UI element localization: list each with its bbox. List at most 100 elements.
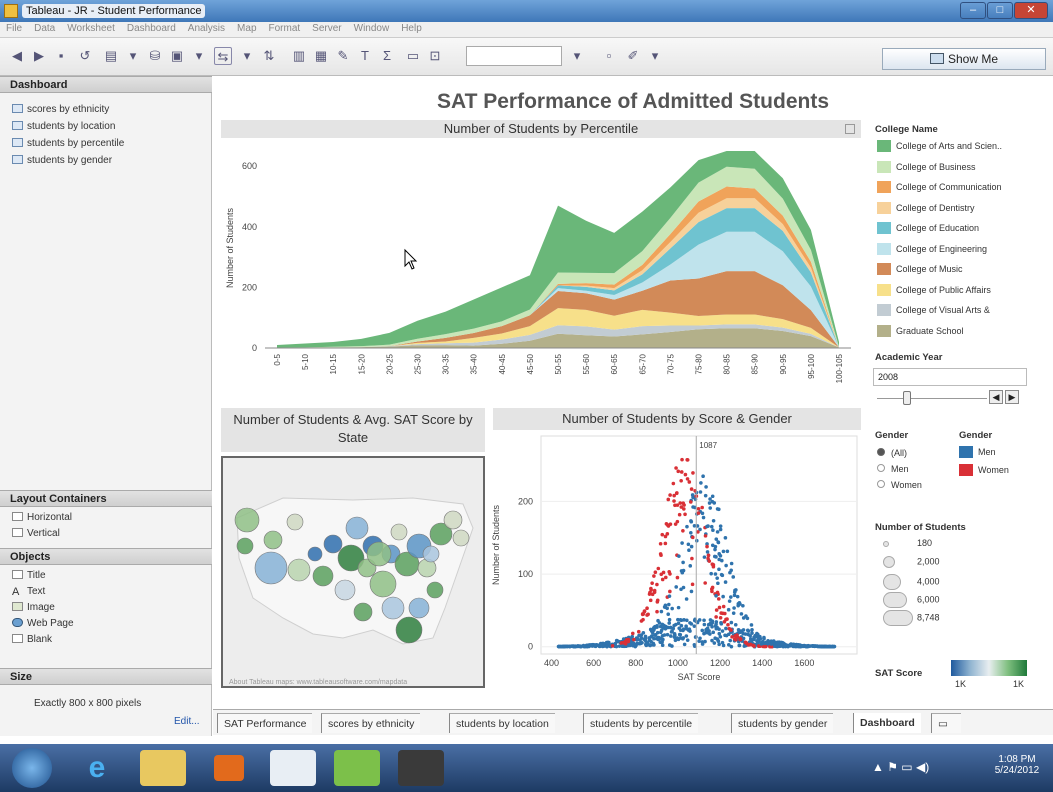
- menu-help[interactable]: Help: [395, 22, 428, 35]
- gender-radio-women[interactable]: Women: [877, 480, 922, 490]
- fit-icon[interactable]: ⊡: [426, 47, 444, 65]
- men-point[interactable]: [714, 622, 718, 626]
- gender-legend-women[interactable]: Women: [959, 464, 1009, 476]
- app-taskbar-icon[interactable]: [398, 750, 444, 786]
- men-point[interactable]: [682, 642, 687, 647]
- men-point[interactable]: [720, 640, 725, 645]
- expand-icon[interactable]: [845, 124, 855, 134]
- sheet-list-item[interactable]: students by gender: [12, 155, 112, 166]
- men-point[interactable]: [741, 628, 746, 632]
- college-legend-item[interactable]: College of Music: [877, 263, 963, 275]
- women-point[interactable]: [655, 609, 659, 614]
- menu-data[interactable]: Data: [28, 22, 61, 35]
- men-point[interactable]: [723, 536, 728, 540]
- close-button[interactable]: ✕: [1014, 2, 1048, 19]
- men-point[interactable]: [824, 644, 828, 649]
- men-point[interactable]: [710, 543, 715, 548]
- men-point[interactable]: [689, 589, 694, 594]
- men-point[interactable]: [667, 643, 672, 647]
- tab-dashboard[interactable]: Dashboard: [853, 713, 921, 733]
- men-point[interactable]: [717, 567, 721, 572]
- swap-axes-icon[interactable]: ⇆: [214, 47, 232, 65]
- men-point[interactable]: [659, 609, 664, 614]
- men-point[interactable]: [657, 635, 661, 640]
- men-point[interactable]: [680, 570, 685, 575]
- menu-worksheet[interactable]: Worksheet: [61, 22, 121, 35]
- women-point[interactable]: [725, 617, 729, 621]
- object-webpage-item[interactable]: Web Page: [12, 618, 74, 629]
- menu-server[interactable]: Server: [306, 22, 347, 35]
- college-legend-item[interactable]: College of Education: [877, 222, 979, 234]
- women-point[interactable]: [690, 535, 695, 540]
- men-point[interactable]: [641, 631, 646, 635]
- women-point[interactable]: [665, 523, 670, 527]
- state-bubble[interactable]: [426, 581, 444, 599]
- state-bubble[interactable]: [312, 565, 334, 587]
- women-point[interactable]: [655, 600, 660, 604]
- men-point[interactable]: [700, 511, 705, 516]
- women-point[interactable]: [661, 570, 666, 575]
- women-point[interactable]: [632, 637, 636, 642]
- men-point[interactable]: [620, 644, 625, 649]
- women-point[interactable]: [679, 478, 683, 483]
- minimize-button[interactable]: –: [960, 2, 986, 19]
- men-point[interactable]: [717, 631, 722, 636]
- women-point[interactable]: [735, 633, 739, 637]
- folder-taskbar-icon[interactable]: [334, 750, 380, 786]
- chevron-down-icon[interactable]: ▾: [646, 47, 664, 65]
- men-point[interactable]: [819, 644, 824, 649]
- save-icon[interactable]: ▪: [52, 47, 70, 65]
- women-point[interactable]: [689, 487, 694, 491]
- men-point[interactable]: [777, 644, 781, 648]
- men-point[interactable]: [691, 495, 695, 500]
- men-point[interactable]: [750, 631, 754, 635]
- college-legend-item[interactable]: College of Dentistry: [877, 201, 975, 214]
- men-point[interactable]: [674, 585, 679, 589]
- women-point[interactable]: [656, 566, 661, 571]
- men-point[interactable]: [723, 633, 727, 638]
- men-point[interactable]: [710, 624, 714, 629]
- start-button[interactable]: [12, 748, 52, 788]
- connect-data-icon[interactable]: ⛁: [146, 47, 164, 65]
- men-point[interactable]: [729, 568, 733, 573]
- highlight-icon[interactable]: ✎: [334, 47, 352, 65]
- women-point[interactable]: [733, 637, 738, 642]
- men-point[interactable]: [681, 636, 686, 640]
- women-point[interactable]: [660, 532, 665, 537]
- menu-file[interactable]: File: [0, 22, 28, 35]
- object-title-item[interactable]: Title: [12, 570, 46, 581]
- men-point[interactable]: [729, 595, 733, 599]
- men-point[interactable]: [711, 528, 715, 532]
- men-point[interactable]: [724, 626, 728, 631]
- maximize-button[interactable]: □: [987, 2, 1013, 19]
- men-point[interactable]: [682, 618, 686, 622]
- men-point[interactable]: [688, 564, 693, 568]
- men-point[interactable]: [669, 634, 673, 638]
- women-point[interactable]: [636, 629, 641, 634]
- men-point[interactable]: [711, 518, 716, 523]
- men-point[interactable]: [557, 644, 561, 649]
- object-blank-item[interactable]: Blank: [12, 634, 52, 645]
- men-point[interactable]: [670, 606, 674, 611]
- men-point[interactable]: [732, 606, 736, 610]
- state-bubble[interactable]: [422, 545, 440, 563]
- men-point[interactable]: [677, 632, 682, 637]
- men-point[interactable]: [715, 637, 720, 641]
- men-point[interactable]: [729, 644, 734, 649]
- men-point[interactable]: [650, 629, 654, 633]
- men-point[interactable]: [714, 537, 719, 541]
- women-point[interactable]: [687, 480, 692, 484]
- men-point[interactable]: [689, 519, 693, 523]
- women-point[interactable]: [658, 541, 663, 546]
- men-point[interactable]: [703, 493, 708, 498]
- men-point[interactable]: [719, 621, 723, 625]
- men-point[interactable]: [752, 635, 756, 639]
- fit-dropdown[interactable]: [466, 46, 562, 66]
- men-point[interactable]: [700, 628, 705, 633]
- men-point[interactable]: [697, 639, 701, 643]
- men-point[interactable]: [577, 644, 582, 648]
- men-point[interactable]: [686, 628, 691, 632]
- men-point[interactable]: [756, 638, 760, 642]
- men-point[interactable]: [735, 594, 740, 599]
- system-tray-icons[interactable]: ▲ ⚑ ▭ ◀): [872, 760, 929, 774]
